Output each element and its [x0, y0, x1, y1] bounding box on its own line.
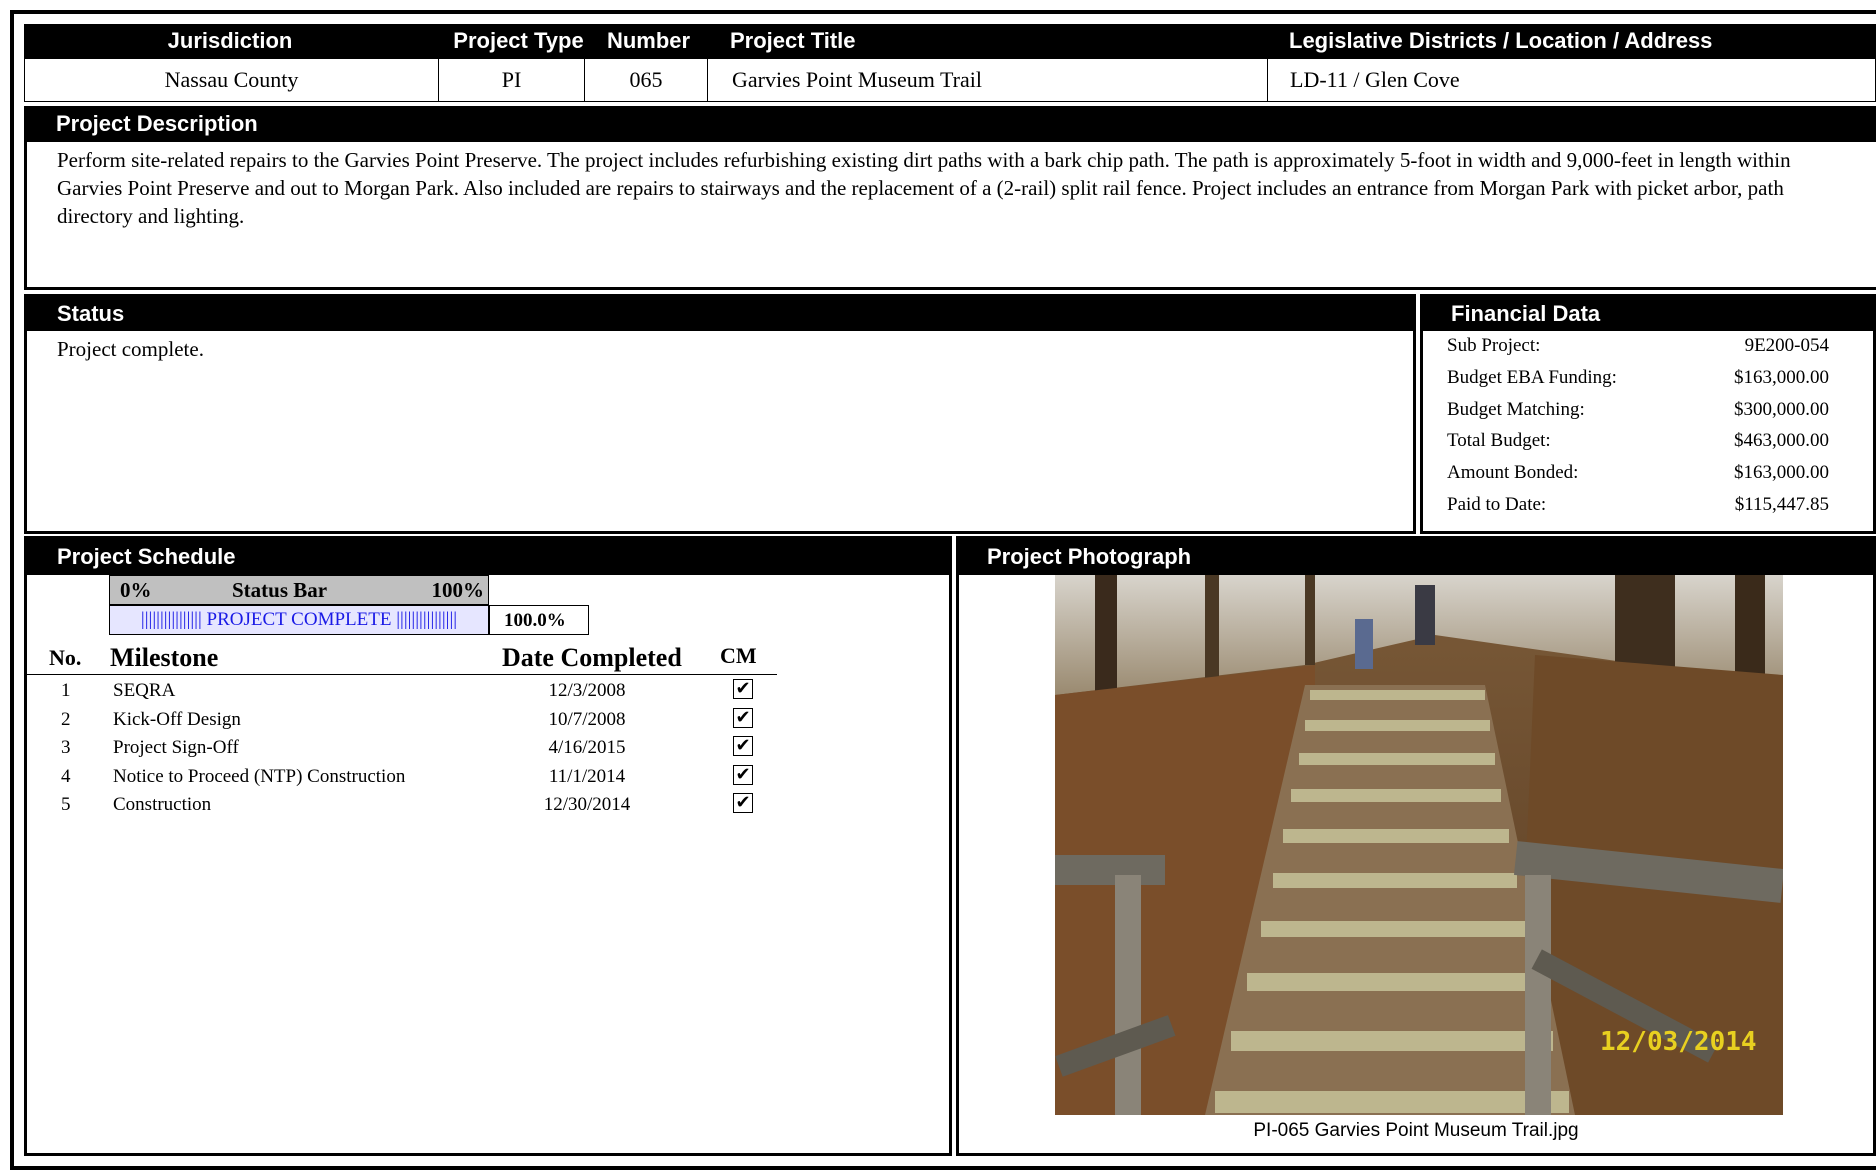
header-row: Jurisdiction Project Type Number Project…: [24, 24, 1876, 58]
percent-complete: 100.0%: [489, 605, 589, 635]
financial-value: $463,000.00: [1734, 430, 1829, 452]
col-date-header: Date Completed: [502, 643, 682, 672]
project-photo: 12/03/2014: [1055, 575, 1783, 1115]
status-bar-max: 100%: [431, 578, 485, 602]
financial-heading: Financial Data: [1451, 301, 1601, 326]
milestone-row: 4 Notice to Proceed (NTP) Construction 11/…: [27, 763, 827, 791]
schedule-section: Project Schedule 0% Status Bar 100% ||||…: [24, 536, 952, 1156]
photo-header: Project Photograph: [959, 539, 1873, 575]
status-text: Project complete.: [57, 337, 204, 361]
photo-date-stamp: 12/03/2014: [1600, 1027, 1757, 1057]
schedule-heading: Project Schedule: [57, 544, 236, 569]
financial-row: Total Budget: $463,000.00: [1423, 426, 1873, 456]
status-bar-text: |||||||||||||||| PROJECT COMPLETE ||||||…: [140, 609, 458, 630]
col-cm-header: CM: [720, 643, 757, 668]
col-number-header: Number: [606, 28, 691, 53]
col-milestone-header: Milestone: [110, 643, 219, 672]
photo-heading: Project Photograph: [987, 544, 1192, 569]
col-no-header: No.: [49, 645, 82, 670]
description-header: Project Description: [24, 106, 1876, 142]
col-type-header: Project Type: [453, 28, 584, 53]
percent-complete-value: 100.0%: [504, 610, 566, 631]
financial-label: Budget EBA Funding:: [1447, 366, 1617, 388]
financial-label: Sub Project:: [1447, 335, 1541, 356]
photo-caption: PI-065 Garvies Point Museum Trail.jpg: [1253, 1120, 1579, 1141]
milestone-date: 10/7/2008: [548, 708, 626, 730]
cm-checkbox-icon: ✔: [733, 679, 753, 699]
type-value: PI: [439, 59, 585, 101]
milestone-row: 3 Project Sign-Off 4/16/2015 ✔: [27, 734, 827, 762]
financial-value: $163,000.00: [1734, 366, 1829, 388]
status-heading: Status: [57, 301, 125, 326]
milestone-number: 5: [61, 794, 71, 816]
financial-value: $163,000.00: [1734, 462, 1829, 484]
financial-label: Total Budget:: [1447, 430, 1551, 452]
number-value: 065: [585, 59, 708, 101]
status-bar-title: 0% Status Bar 100%: [109, 575, 489, 605]
milestone-row: 1 SEQRA 12/3/2008 ✔: [27, 677, 827, 705]
cm-checkbox-icon: ✔: [733, 793, 753, 814]
title-value: Garvies Point Museum Trail: [708, 59, 1268, 101]
milestone-date: 12/3/2008: [548, 680, 626, 701]
status-bar-label: Status Bar: [232, 578, 328, 602]
financial-label: Budget Matching:: [1447, 398, 1585, 420]
status-section: Status Project complete.: [24, 294, 1416, 534]
cm-checkbox-icon: ✔: [733, 707, 753, 728]
financial-value: 9E200-054: [1744, 335, 1829, 356]
financial-row: Amount Bonded: $163,000.00: [1423, 458, 1873, 488]
col-title-header: Project Title: [730, 28, 856, 53]
photo-section: Project Photograph 12/03/2014 PI-065 Gar…: [956, 536, 1876, 1156]
financial-value: $300,000.00: [1734, 398, 1829, 420]
status-bar-min: 0%: [120, 578, 152, 602]
milestone-date: 4/16/2015: [548, 737, 626, 759]
jurisdiction-value: Nassau County: [25, 59, 439, 101]
schedule-header: Project Schedule: [27, 539, 949, 575]
status-header: Status: [27, 297, 1413, 331]
milestone-name: Notice to Proceed (NTP) Construction: [113, 765, 406, 787]
financial-header: Financial Data: [1423, 297, 1873, 331]
description-heading: Project Description: [56, 111, 258, 136]
milestone-table-header: No. Milestone Date Completed CM: [27, 639, 777, 675]
project-info-row: Nassau County PI 065 Garvies Point Museu…: [24, 58, 1876, 102]
financial-section: Financial Data Sub Project: 9E200-054 Budg…: [1420, 294, 1876, 534]
milestone-date: 12/30/2014: [543, 794, 631, 816]
milestone-date: 11/1/2014: [548, 765, 626, 787]
description-text: Perform site-related repairs to the Garv…: [57, 148, 1791, 228]
milestone-number: 4: [61, 765, 71, 787]
milestone-number: 3: [61, 737, 71, 759]
milestone-row: 2 Kick-Off Design 10/7/2008 ✔: [27, 706, 827, 734]
location-value: LD-11 / Glen Cove: [1290, 67, 1460, 92]
stairs-photo-illustration: 12/03/2014: [1055, 575, 1783, 1115]
milestone-name: Construction: [113, 794, 212, 816]
status-bar-track: |||||||||||||||| PROJECT COMPLETE ||||||…: [109, 605, 489, 635]
milestone-number: 2: [61, 708, 71, 730]
financial-label: Amount Bonded:: [1447, 462, 1579, 484]
description-body: Perform site-related repairs to the Garv…: [24, 142, 1876, 290]
financial-row: Budget Matching: $300,000.00: [1423, 395, 1873, 425]
financial-row: Budget EBA Funding: $163,000.00: [1423, 363, 1873, 393]
cm-checkbox-icon: ✔: [733, 736, 753, 757]
cm-checkbox-icon: ✔: [733, 764, 753, 785]
financial-value: $115,447.85: [1734, 494, 1829, 515]
milestone-name: SEQRA: [113, 680, 176, 701]
financial-row: Sub Project: 9E200-054: [1423, 331, 1873, 361]
col-jurisdiction-header: Jurisdiction: [167, 28, 293, 53]
financial-label: Paid to Date:: [1447, 494, 1547, 515]
milestone-name: Kick-Off Design: [113, 708, 241, 730]
milestone-row: 5 Construction 12/30/2014 ✔: [27, 791, 827, 819]
financial-row: Paid to Date: $115,447.85: [1423, 490, 1873, 520]
milestone-name: Project Sign-Off: [113, 737, 239, 759]
milestone-number: 1: [61, 680, 71, 701]
col-location-header: Legislative Districts / Location / Addre…: [1289, 28, 1713, 53]
